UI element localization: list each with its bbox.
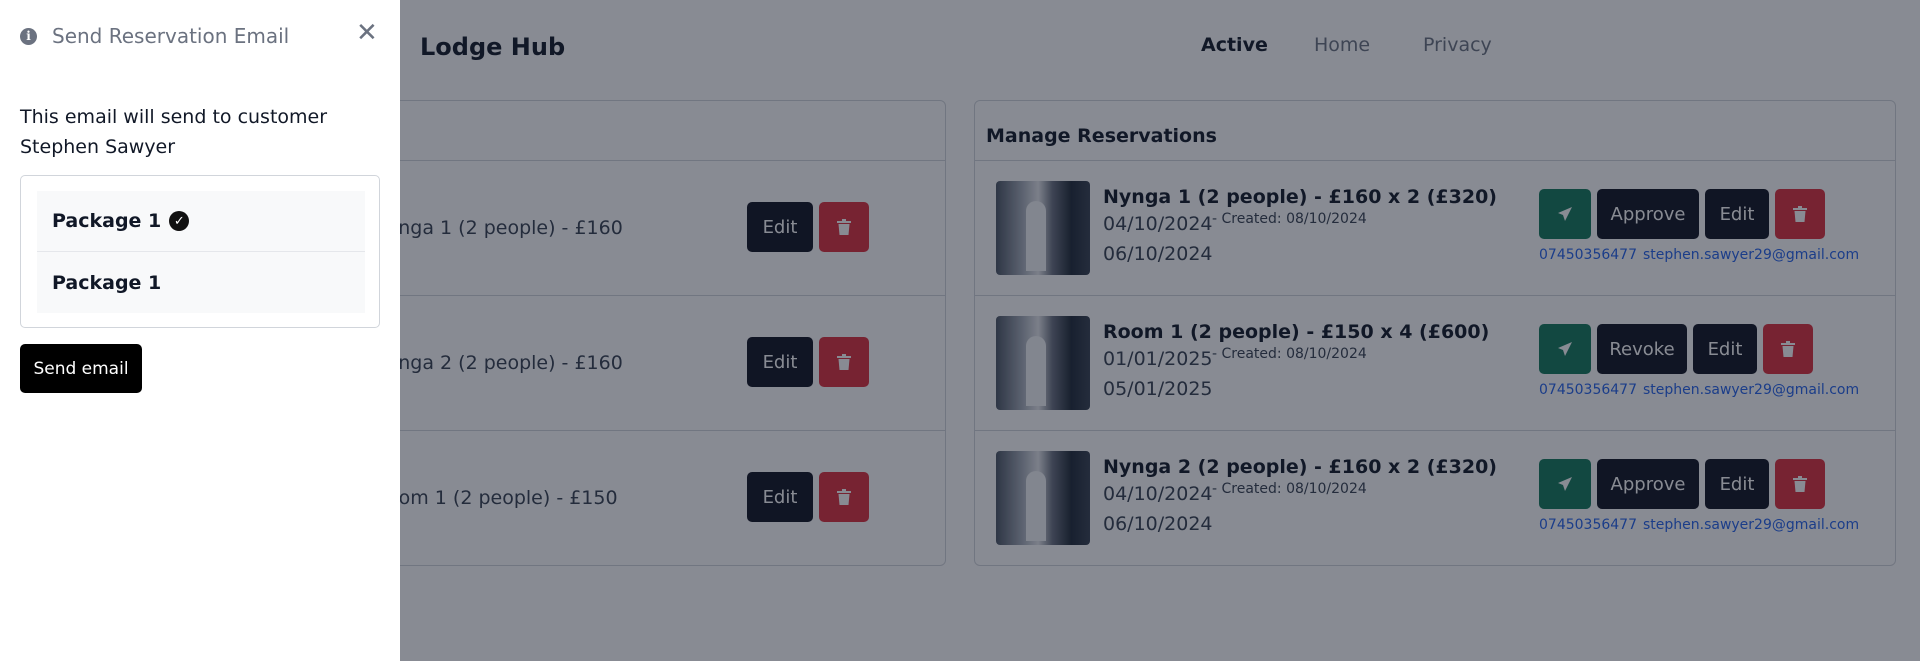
send-email-button[interactable]: Send email <box>20 344 142 393</box>
package-label: Package 1 <box>52 271 162 294</box>
package-label: Package 1 <box>52 210 162 232</box>
send-email-panel: i Send Reservation Email ✕ This email wi… <box>0 0 400 661</box>
package-item[interactable]: Package 1 <box>37 252 365 313</box>
panel-message: This email will send to customer Stephen… <box>20 106 328 158</box>
panel-title: Send Reservation Email <box>52 24 290 48</box>
close-icon[interactable]: ✕ <box>356 20 378 46</box>
package-list: Package 1 ✓ Package 1 <box>20 175 380 328</box>
panel-header: i Send Reservation Email <box>20 24 289 48</box>
package-item[interactable]: Package 1 ✓ <box>37 191 365 252</box>
info-icon: i <box>20 27 37 45</box>
check-circle-icon: ✓ <box>169 211 190 231</box>
